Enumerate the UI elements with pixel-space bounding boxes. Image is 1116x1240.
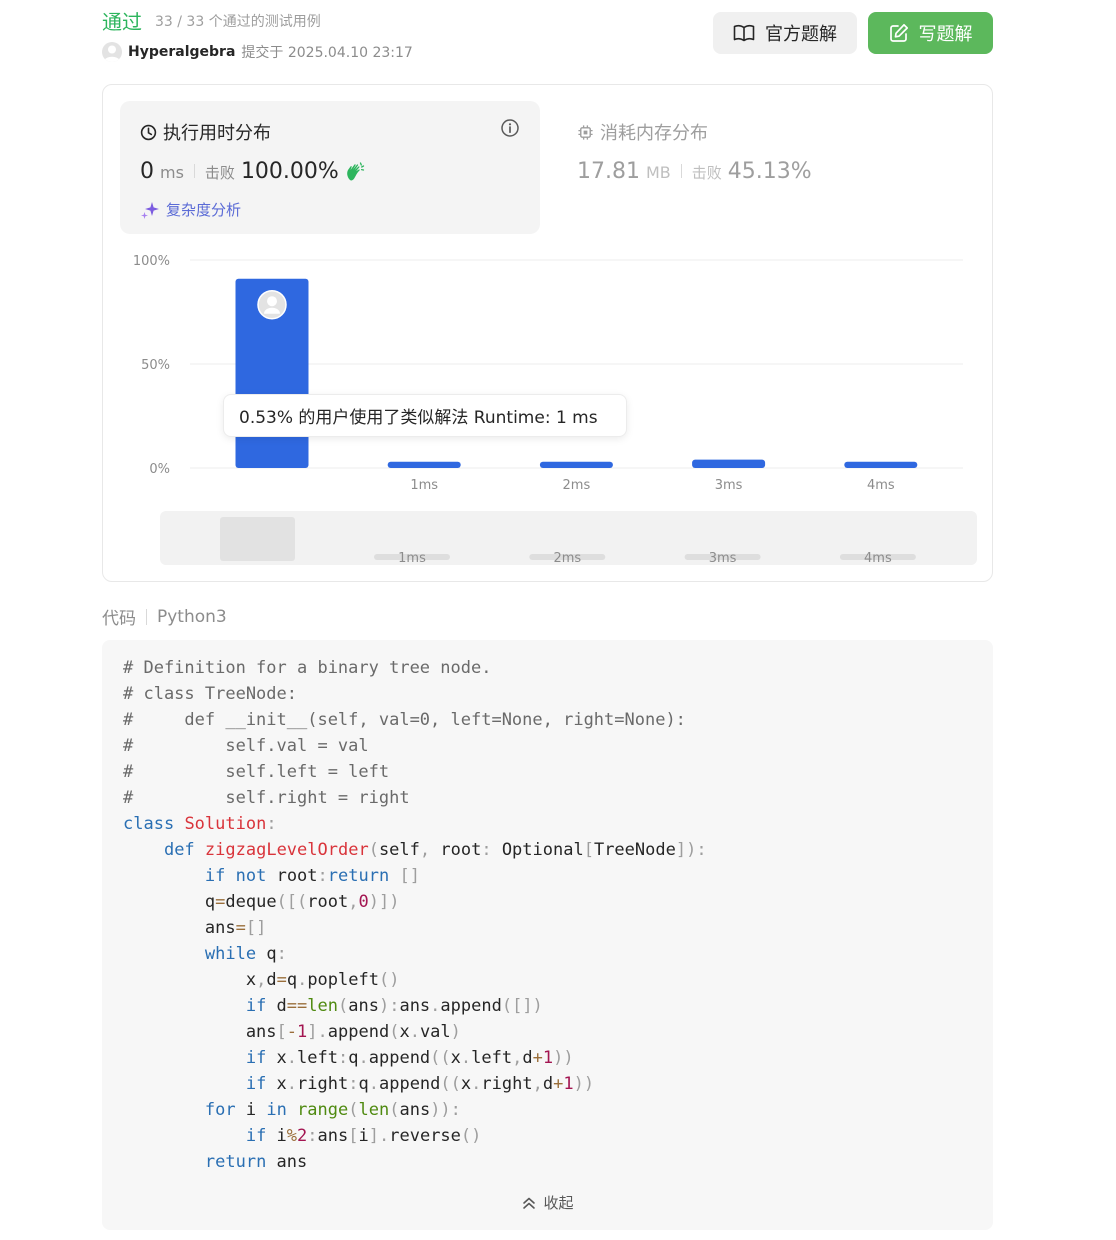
chip-icon (578, 124, 593, 140)
memory-beat-label: 击败 (691, 164, 722, 182)
code-language: Python3 (157, 606, 227, 627)
brush-tick-label: 3ms (709, 551, 737, 565)
chart-bar[interactable] (844, 461, 918, 468)
y-tick-label: 0% (149, 462, 170, 477)
write-solution-button[interactable]: 写题解 (868, 12, 993, 54)
memory-title-text: 消耗内存分布 (600, 123, 708, 144)
collapse-label: 收起 (543, 1194, 574, 1212)
chart-bar[interactable] (692, 459, 766, 468)
runtime-value: 0 (140, 159, 154, 184)
passed-testcases: 33 / 33 个通过的测试用例 (155, 14, 321, 30)
chart-bar[interactable] (387, 461, 461, 468)
submitted-time: 提交于 2025.04.10 23:17 (241, 45, 413, 61)
memory-metric: 17.81 MB 击败 45.13% (577, 159, 812, 184)
code-header: 代码 Python3 (102, 604, 227, 630)
y-tick-label: 50% (141, 358, 170, 373)
source-code: # Definition for a binary tree node. # c… (123, 658, 707, 1172)
submission-header: 通过 33 / 33 个通过的测试用例 Hyperalgebra 提交于 202… (102, 8, 993, 68)
runtime-beat-label: 击败 (204, 164, 235, 182)
collapse-button[interactable]: 收起 (102, 1192, 993, 1213)
official-solution-button[interactable]: 官方题解 (713, 12, 857, 54)
chart-tooltip: 0.53% 的用户使用了类似解法 Runtime: 1 ms (223, 394, 627, 437)
runtime-metric: 0 ms 击败 100.00% (140, 159, 366, 184)
runtime-title-text: 执行用时分布 (163, 123, 271, 144)
username-link[interactable]: Hyperalgebra (128, 44, 235, 60)
divider (680, 164, 682, 178)
official-solution-label: 官方题解 (765, 24, 837, 45)
tooltip-text: 0.53% 的用户使用了类似解法 Runtime: 1 ms (239, 408, 598, 428)
clock-icon (140, 124, 157, 140)
write-solution-label: 写题解 (918, 24, 973, 45)
book-icon (733, 24, 755, 42)
sparkle-icon (141, 201, 159, 219)
chevron-double-up-icon (523, 1197, 536, 1209)
submitter-info: Hyperalgebra 提交于 2025.04.10 23:17 (102, 40, 413, 64)
info-icon[interactable] (500, 118, 520, 138)
brush-tick-label: 2ms (553, 551, 581, 565)
clap-icon (347, 161, 364, 180)
divider (193, 164, 195, 178)
memory-title: 消耗内存分布 (577, 119, 708, 145)
brush-tick-label: 1ms (398, 551, 426, 565)
x-tick-label: 2ms (563, 478, 591, 493)
brush-tick-label: 4ms (864, 551, 892, 565)
x-tick-label: 3ms (715, 478, 743, 493)
runtime-beat-value: 100.00% (240, 159, 339, 184)
code-block[interactable]: # Definition for a binary tree node. # c… (102, 640, 993, 1230)
memory-beat-value: 45.13% (727, 159, 812, 184)
chart-range-brush[interactable]: 1ms 2ms 3ms 4ms (160, 511, 977, 565)
user-avatar-icon (257, 289, 287, 320)
memory-panel[interactable]: 消耗内存分布 17.81 MB 击败 45.13% (577, 101, 907, 234)
code-label: 代码 (102, 609, 136, 629)
divider (146, 608, 147, 625)
distribution-card: 执行用时分布 0 ms 击败 100.00% 复杂度分析 消耗内存分布 17.8… (102, 84, 993, 582)
runtime-unit: ms (160, 163, 184, 182)
chart-bar[interactable] (539, 461, 613, 468)
memory-value: 17.81 (577, 159, 640, 184)
runtime-distribution-chart[interactable]: 0% 50% 100% 1ms 2ms 3ms 4ms (103, 245, 994, 495)
complexity-analysis-link[interactable]: 复杂度分析 (140, 199, 241, 220)
edit-icon (889, 23, 908, 42)
memory-unit: MB (645, 163, 671, 182)
status-accepted: 通过 (102, 10, 142, 34)
x-tick-label: 1ms (410, 478, 438, 493)
y-tick-label: 100% (133, 254, 170, 269)
runtime-panel[interactable]: 执行用时分布 0 ms 击败 100.00% 复杂度分析 (120, 101, 540, 234)
brush-selection-handle[interactable] (220, 517, 295, 561)
user-avatar-icon[interactable] (102, 42, 122, 62)
runtime-title: 执行用时分布 (140, 119, 271, 145)
x-tick-label: 4ms (867, 478, 895, 493)
complexity-analysis-label: 复杂度分析 (166, 201, 242, 219)
